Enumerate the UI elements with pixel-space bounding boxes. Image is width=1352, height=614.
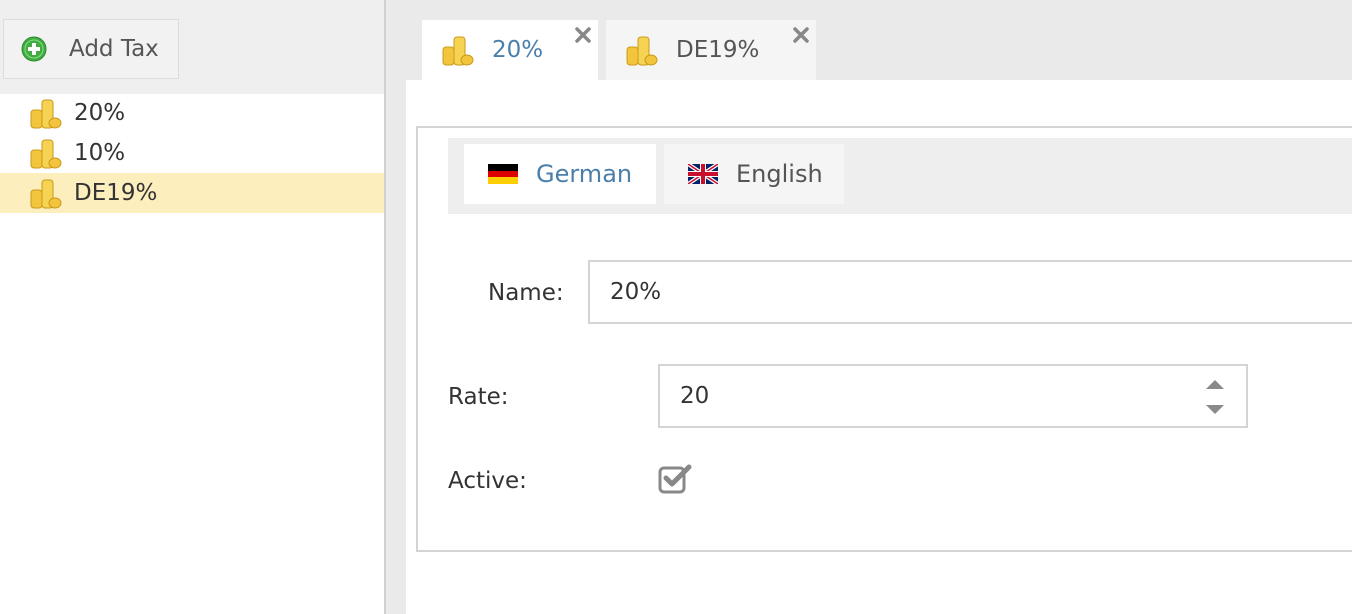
main-left-strip: [386, 80, 406, 614]
close-icon[interactable]: [792, 26, 810, 44]
coins-icon: [30, 99, 62, 129]
tab-german-label: German: [536, 160, 633, 188]
sidebar: Add Tax 20% 10% DE19%: [0, 0, 386, 614]
tree-item-20[interactable]: 20%: [0, 93, 384, 133]
spin-up-icon[interactable]: [1204, 376, 1226, 392]
add-tax-button[interactable]: Add Tax: [3, 19, 179, 79]
flag-uk-icon: [688, 164, 718, 184]
tree-item-de19[interactable]: DE19%: [0, 173, 384, 213]
close-icon[interactable]: [574, 26, 592, 44]
flag-de-icon: [488, 164, 518, 184]
coins-icon: [626, 36, 658, 66]
coins-icon: [442, 36, 474, 66]
tab-label: DE19%: [676, 37, 760, 63]
tab-20[interactable]: 20%: [422, 20, 598, 80]
tab-english-label: English: [736, 160, 823, 188]
tree-item-label: DE19%: [74, 180, 158, 206]
rate-label: Rate:: [448, 384, 509, 410]
coins-icon: [30, 139, 62, 169]
sidebar-toolbar: Add Tax: [0, 0, 384, 94]
tree-item-label: 20%: [74, 100, 126, 126]
tab-de19[interactable]: DE19%: [606, 20, 816, 80]
rate-input[interactable]: 20: [658, 364, 1248, 428]
rate-value: 20: [680, 383, 710, 409]
tab-german[interactable]: German: [464, 144, 656, 204]
name-label: Name:: [488, 280, 564, 306]
active-checkbox[interactable]: [658, 464, 692, 494]
add-circle-icon: [21, 36, 47, 62]
coins-icon: [30, 179, 62, 209]
spin-down-icon[interactable]: [1204, 402, 1226, 418]
tax-edit-panel: German English Name: Rate: 20: [416, 126, 1352, 552]
tree-item-10[interactable]: 10%: [0, 133, 384, 173]
name-input[interactable]: [588, 260, 1352, 324]
tree-item-label: 10%: [74, 140, 126, 166]
active-label: Active:: [448, 468, 527, 494]
main-area: 20% DE19% German English Name: 20% Rate:…: [386, 0, 1352, 614]
tab-label: 20%: [492, 37, 544, 63]
tab-english[interactable]: English: [664, 144, 844, 204]
add-tax-label: Add Tax: [69, 36, 159, 62]
